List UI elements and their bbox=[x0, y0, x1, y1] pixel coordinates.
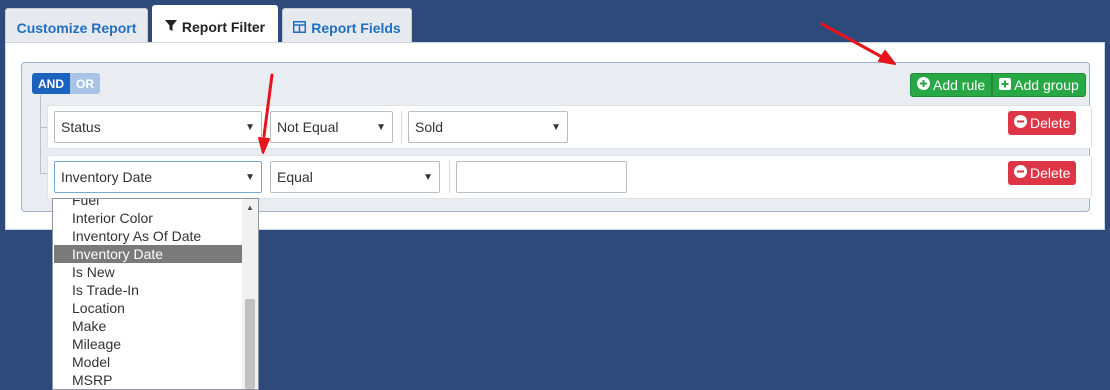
chevron-down-icon: ▼ bbox=[245, 171, 255, 183]
tab-report-filter[interactable]: Report Filter bbox=[152, 5, 278, 47]
dropdown-option[interactable]: Make bbox=[54, 317, 243, 335]
tab-report-fields-label: Report Fields bbox=[311, 19, 401, 36]
rule-row: Status ▼ Not Equal ▼ Sold ▼ Delete bbox=[47, 105, 1092, 149]
operator-select-value: Not Equal bbox=[277, 119, 339, 135]
add-group-button[interactable]: Add group bbox=[992, 73, 1086, 97]
tab-customize-report[interactable]: Customize Report bbox=[5, 8, 148, 46]
filter-icon bbox=[164, 19, 182, 35]
field-select[interactable]: Inventory Date ▼ bbox=[54, 161, 262, 193]
delete-label: Delete bbox=[1030, 115, 1071, 131]
or-button[interactable]: OR bbox=[70, 73, 100, 94]
dropdown-option[interactable]: Is Trade-In bbox=[54, 281, 243, 299]
delete-rule-button[interactable]: Delete bbox=[1008, 111, 1077, 135]
dropdown-option[interactable]: Model bbox=[54, 353, 243, 371]
dropdown-option[interactable]: Inventory As Of Date bbox=[54, 227, 243, 245]
field-select[interactable]: Status ▼ bbox=[54, 111, 262, 143]
dropdown-option[interactable]: Interior Color bbox=[54, 209, 243, 227]
chevron-down-icon: ▼ bbox=[376, 121, 386, 133]
tab-report-filter-label: Report Filter bbox=[181, 18, 266, 35]
dropdown-scrollbar[interactable]: ▲ bbox=[242, 199, 258, 389]
tree-connector bbox=[40, 95, 47, 174]
dropdown-option[interactable]: Fuel bbox=[54, 199, 243, 209]
rule-group: AND OR Add rule Add group Status ▼ Not E… bbox=[21, 62, 1092, 212]
rule-row: Inventory Date ▼ Equal ▼ Delete bbox=[47, 155, 1092, 199]
dropdown-option[interactable]: Is New bbox=[54, 263, 243, 281]
value-select[interactable]: Sold ▼ bbox=[408, 111, 568, 143]
delete-label: Delete bbox=[1030, 165, 1071, 181]
chevron-down-icon: ▼ bbox=[423, 171, 433, 183]
divider bbox=[401, 111, 402, 143]
plus-square-icon bbox=[999, 77, 1014, 93]
group-actions: Add rule Add group bbox=[910, 73, 1086, 97]
operator-select[interactable]: Equal ▼ bbox=[270, 161, 440, 193]
value-select-value: Sold bbox=[415, 119, 444, 135]
add-rule-button[interactable]: Add rule bbox=[910, 73, 993, 97]
operator-select[interactable]: Not Equal ▼ bbox=[270, 111, 393, 143]
plus-circle-icon bbox=[917, 77, 933, 93]
add-group-label: Add group bbox=[1014, 77, 1079, 93]
minus-circle-icon bbox=[1014, 165, 1030, 181]
tab-report-fields[interactable]: Report Fields bbox=[282, 8, 412, 46]
dropdown-option[interactable]: MSRP bbox=[54, 371, 243, 389]
delete-rule-button[interactable]: Delete bbox=[1008, 161, 1077, 185]
dropdown-option[interactable]: Mileage bbox=[54, 335, 243, 353]
minus-circle-icon bbox=[1014, 115, 1030, 131]
field-select-value: Inventory Date bbox=[61, 169, 153, 185]
tab-customize-report-label: Customize Report bbox=[16, 19, 137, 36]
field-dropdown-list: Fuel Interior Color Inventory As Of Date… bbox=[52, 198, 259, 390]
operator-select-value: Equal bbox=[277, 169, 313, 185]
dropdown-option[interactable]: Location bbox=[54, 299, 243, 317]
chevron-down-icon: ▼ bbox=[245, 121, 255, 133]
dropdown-option-selected[interactable]: Inventory Date bbox=[54, 245, 243, 263]
scroll-up-icon[interactable]: ▲ bbox=[242, 201, 258, 213]
add-rule-label: Add rule bbox=[933, 77, 986, 93]
field-select-value: Status bbox=[61, 119, 101, 135]
and-button[interactable]: AND bbox=[32, 73, 70, 94]
chevron-down-icon: ▼ bbox=[551, 121, 561, 133]
conjunction-toggle: AND OR bbox=[32, 73, 100, 94]
divider bbox=[449, 161, 450, 193]
scrollbar-thumb[interactable] bbox=[245, 299, 255, 389]
table-icon bbox=[293, 20, 311, 36]
value-input[interactable] bbox=[456, 161, 627, 193]
